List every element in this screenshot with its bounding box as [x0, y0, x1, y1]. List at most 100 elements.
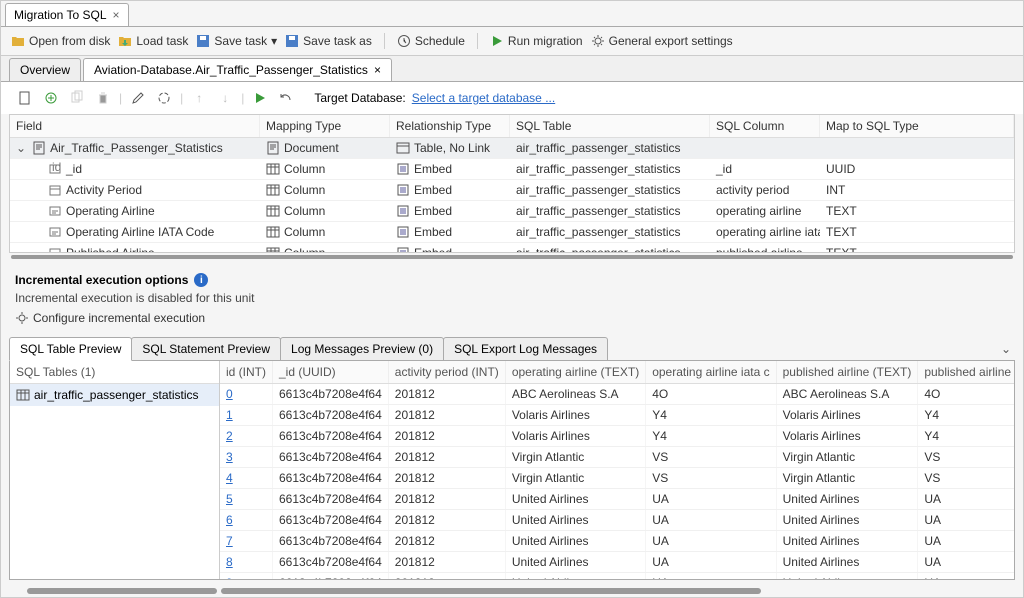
field-type-icon	[32, 141, 46, 155]
schedule-button[interactable]: Schedule	[397, 34, 465, 48]
save-icon	[196, 34, 210, 48]
undo-button[interactable]	[276, 88, 296, 108]
tab-sql-statement-preview[interactable]: SQL Statement Preview	[131, 337, 281, 361]
load-task-button[interactable]: Load task	[118, 34, 188, 48]
tab-title: Migration To SQL	[14, 8, 107, 22]
general-export-settings-button[interactable]: General export settings	[591, 34, 733, 48]
grid-column-header[interactable]: published airline iata c	[918, 361, 1014, 384]
relationship-type-icon	[396, 225, 410, 239]
field-type-icon	[48, 246, 62, 253]
grid-column-header[interactable]: _id (UUID)	[273, 361, 389, 384]
tab-sql-table-preview[interactable]: SQL Table Preview	[9, 337, 132, 361]
run-migration-button[interactable]: Run migration	[490, 34, 583, 48]
preview-panel: SQL Tables (1) air_traffic_passenger_sta…	[9, 360, 1015, 580]
field-type-icon	[48, 225, 62, 239]
chevron-down-icon[interactable]: ⌄	[16, 141, 26, 155]
incremental-note: Incremental execution is disabled for th…	[15, 291, 1009, 305]
table-row[interactable]: 56613c4b7208e4f64201812United AirlinesUA…	[220, 489, 1014, 510]
unit-tabs: Overview Aviation-Database.Air_Traffic_P…	[1, 56, 1023, 82]
mapping-type-icon	[266, 225, 280, 239]
grid-column-header[interactable]: published airline (TEXT)	[776, 361, 918, 384]
schema-row[interactable]: Operating Airline IATA CodeColumnEmbedai…	[10, 222, 1014, 243]
schema-column-header[interactable]: SQL Column	[710, 115, 820, 137]
schema-column-header[interactable]: Relationship Type	[390, 115, 510, 137]
tab-migration[interactable]: Migration To SQL ×	[5, 3, 129, 26]
bottom-scrollbar[interactable]	[11, 588, 1013, 593]
grid-column-header[interactable]: activity period (INT)	[388, 361, 505, 384]
schema-column-header[interactable]: Mapping Type	[260, 115, 390, 137]
tab-unit[interactable]: Aviation-Database.Air_Traffic_Passenger_…	[83, 58, 392, 81]
window-tabs: Migration To SQL ×	[1, 1, 1023, 27]
schema-column-header[interactable]: Map to SQL Type	[820, 115, 1014, 137]
delete-button[interactable]	[93, 88, 113, 108]
table-row[interactable]: 76613c4b7208e4f64201812United AirlinesUA…	[220, 531, 1014, 552]
schema-row[interactable]: ⌄Air_Traffic_Passenger_StatisticsDocumen…	[10, 138, 1014, 159]
separator	[477, 33, 478, 49]
copy-button[interactable]	[67, 88, 87, 108]
table-row[interactable]: 06613c4b7208e4f64201812ABC Aerolineas S.…	[220, 384, 1014, 405]
table-row[interactable]: 96613c4b7208e4f64201812United AirlinesUA…	[220, 573, 1014, 580]
preview-tabs: SQL Table Preview SQL Statement Preview …	[9, 337, 1015, 361]
mapping-type-icon	[266, 246, 280, 253]
save-task-as-button[interactable]: Save task as	[285, 34, 372, 48]
tables-list-item[interactable]: air_traffic_passenger_statistics	[10, 384, 219, 406]
schema-mapping-table: FieldMapping TypeRelationship TypeSQL Ta…	[9, 114, 1015, 253]
configure-incremental-button[interactable]: Configure incremental execution	[15, 311, 1009, 325]
gear-icon	[15, 311, 29, 325]
mapping-type-icon	[266, 141, 280, 155]
incremental-title: Incremental execution options i	[15, 273, 208, 287]
table-row[interactable]: 46613c4b7208e4f64201812Virgin AtlanticVS…	[220, 468, 1014, 489]
close-icon[interactable]: ×	[374, 63, 381, 77]
schema-row[interactable]: id_idColumnEmbedair_traffic_passenger_st…	[10, 159, 1014, 180]
new-doc-button[interactable]	[15, 88, 35, 108]
grid-column-header[interactable]: operating airline (TEXT)	[505, 361, 645, 384]
select-target-database-link[interactable]: Select a target database ...	[412, 91, 555, 105]
tab-sql-export-log[interactable]: SQL Export Log Messages	[443, 337, 608, 361]
grid-column-header[interactable]: id (INT)	[220, 361, 273, 384]
grid-column-header[interactable]: operating airline iata c	[646, 361, 776, 384]
schema-row[interactable]: Published AirlineColumnEmbedair_traffic_…	[10, 243, 1014, 253]
horizontal-scrollbar[interactable]	[11, 255, 1013, 260]
open-from-disk-button[interactable]: Open from disk	[11, 34, 110, 48]
incremental-section: Incremental execution options i Incremen…	[1, 265, 1023, 333]
chevron-down-icon[interactable]: ⌄	[1001, 342, 1011, 356]
schema-column-header[interactable]: Field	[10, 115, 260, 137]
tab-overview[interactable]: Overview	[9, 58, 81, 81]
action-bar: | | ↑ ↓ | Target Database: Select a targ…	[1, 82, 1023, 114]
move-down-button[interactable]: ↓	[215, 88, 235, 108]
relationship-type-icon	[396, 162, 410, 176]
data-grid[interactable]: id (INT)_id (UUID)activity period (INT)o…	[220, 361, 1014, 579]
save-task-button[interactable]: Save task ▾	[196, 34, 277, 48]
relationship-type-icon	[396, 141, 410, 155]
table-row[interactable]: 36613c4b7208e4f64201812Virgin AtlanticVS…	[220, 447, 1014, 468]
relationship-type-icon	[396, 183, 410, 197]
play-button[interactable]	[250, 88, 270, 108]
chevron-down-icon: ▾	[271, 34, 277, 48]
schema-row[interactable]: Operating AirlineColumnEmbedair_traffic_…	[10, 201, 1014, 222]
refresh-button[interactable]	[154, 88, 174, 108]
clock-icon	[397, 34, 411, 48]
play-icon	[490, 34, 504, 48]
table-row[interactable]: 86613c4b7208e4f64201812United AirlinesUA…	[220, 552, 1014, 573]
field-type-icon: id	[48, 162, 62, 176]
table-icon	[16, 388, 30, 402]
mapping-type-icon	[266, 204, 280, 218]
sql-tables-list: SQL Tables (1) air_traffic_passenger_sta…	[10, 361, 220, 579]
save-as-icon	[285, 34, 299, 48]
move-up-button[interactable]: ↑	[189, 88, 209, 108]
relationship-type-icon	[396, 246, 410, 253]
table-row[interactable]: 16613c4b7208e4f64201812Volaris AirlinesY…	[220, 405, 1014, 426]
schema-row[interactable]: Activity PeriodColumnEmbedair_traffic_pa…	[10, 180, 1014, 201]
tab-log-messages-preview[interactable]: Log Messages Preview (0)	[280, 337, 444, 361]
add-button[interactable]	[41, 88, 61, 108]
edit-button[interactable]	[128, 88, 148, 108]
table-row[interactable]: 26613c4b7208e4f64201812Volaris AirlinesY…	[220, 426, 1014, 447]
schema-column-header[interactable]: SQL Table	[510, 115, 710, 137]
table-row[interactable]: 66613c4b7208e4f64201812United AirlinesUA…	[220, 510, 1014, 531]
separator	[384, 33, 385, 49]
field-type-icon	[48, 183, 62, 197]
info-icon[interactable]: i	[194, 273, 208, 287]
tables-list-header: SQL Tables (1)	[10, 361, 219, 384]
load-icon	[118, 34, 132, 48]
close-icon[interactable]: ×	[113, 8, 120, 22]
